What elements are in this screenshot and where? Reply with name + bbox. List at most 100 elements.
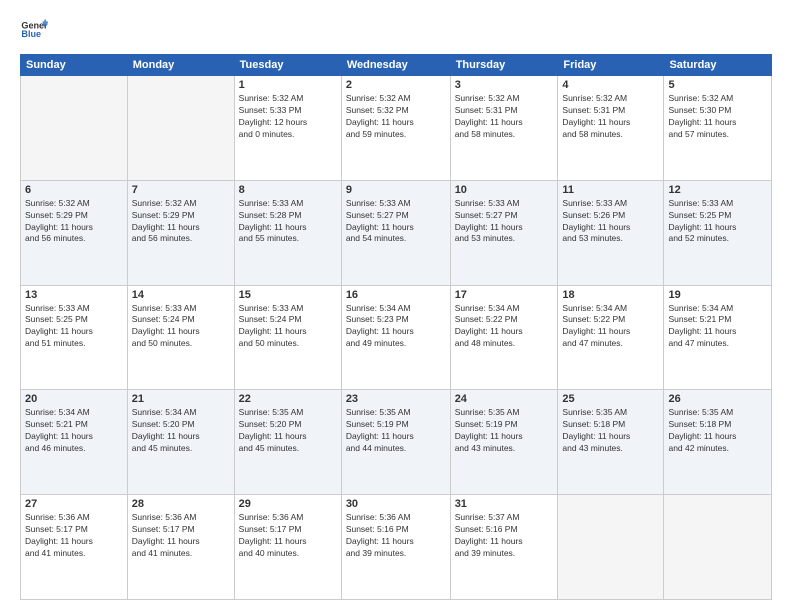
- calendar-cell: 30 Sunrise: 5:36 AM Sunset: 5:16 PM Dayli…: [341, 495, 450, 600]
- day-info: Sunrise: 5:32 AM Sunset: 5:33 PM Dayligh…: [239, 93, 337, 141]
- calendar-cell: 5Sunrise: 5:32 AM Sunset: 5:30 PM Daylig…: [664, 76, 772, 181]
- weekday-header: Tuesday: [234, 55, 341, 76]
- calendar-cell: 11 Sunrise: 5:33 AM Sunset: 5:26 PM Dayli…: [558, 180, 664, 285]
- logo: General Blue: [20, 16, 54, 44]
- calendar-cell: 13Sunrise: 5:33 AM Sunset: 5:25 PM Dayli…: [21, 285, 128, 390]
- day-info: Sunrise: 5:32 AM Sunset: 5:31 PM Dayligh…: [562, 93, 659, 141]
- calendar-cell: 25 Sunrise: 5:35 AM Sunset: 5:18 PM Dayli…: [558, 390, 664, 495]
- svg-text:Blue: Blue: [21, 29, 41, 39]
- day-number: 27: [25, 498, 123, 510]
- calendar-cell: 15Sunrise: 5:33 AM Sunset: 5:24 PM Dayli…: [234, 285, 341, 390]
- day-number: 26: [668, 393, 767, 405]
- day-number: 7: [132, 184, 230, 196]
- day-info: Sunrise: 5:32 AM Sunset: 5:32 PM Dayligh…: [346, 93, 446, 141]
- day-number: 10: [455, 184, 554, 196]
- calendar-page: General Blue SundayMondayTuesdayWednesda…: [0, 0, 792, 612]
- day-number: 6: [25, 184, 123, 196]
- day-number: 8: [239, 184, 337, 196]
- calendar-cell: [558, 495, 664, 600]
- day-info: Sunrise: 5:34 AM Sunset: 5:23 PM Dayligh…: [346, 303, 446, 351]
- day-number: 29: [239, 498, 337, 510]
- calendar-cell: 18 Sunrise: 5:34 AM Sunset: 5:22 PM Dayli…: [558, 285, 664, 390]
- calendar-cell: 4 Sunrise: 5:32 AM Sunset: 5:31 PM Daylig…: [558, 76, 664, 181]
- calendar-week: 20 Sunrise: 5:34 AM Sunset: 5:21 PM Dayli…: [21, 390, 772, 495]
- calendar-cell: 31Sunrise: 5:37 AM Sunset: 5:16 PM Dayli…: [450, 495, 558, 600]
- day-info: Sunrise: 5:33 AM Sunset: 5:26 PM Dayligh…: [562, 198, 659, 246]
- calendar-cell: [21, 76, 128, 181]
- day-number: 3: [455, 79, 554, 91]
- day-info: Sunrise: 5:35 AM Sunset: 5:19 PM Dayligh…: [455, 407, 554, 455]
- day-info: Sunrise: 5:36 AM Sunset: 5:17 PM Dayligh…: [239, 512, 337, 560]
- weekday-header: Wednesday: [341, 55, 450, 76]
- weekday-header: Thursday: [450, 55, 558, 76]
- calendar-cell: 6 Sunrise: 5:32 AM Sunset: 5:29 PM Daylig…: [21, 180, 128, 285]
- day-number: 11: [562, 184, 659, 196]
- day-info: Sunrise: 5:33 AM Sunset: 5:27 PM Dayligh…: [455, 198, 554, 246]
- day-number: 23: [346, 393, 446, 405]
- calendar-cell: 12 Sunrise: 5:33 AM Sunset: 5:25 PM Dayli…: [664, 180, 772, 285]
- header: General Blue: [20, 16, 772, 44]
- day-info: Sunrise: 5:33 AM Sunset: 5:28 PM Dayligh…: [239, 198, 337, 246]
- calendar-cell: 20 Sunrise: 5:34 AM Sunset: 5:21 PM Dayli…: [21, 390, 128, 495]
- day-number: 28: [132, 498, 230, 510]
- day-info: Sunrise: 5:35 AM Sunset: 5:18 PM Dayligh…: [562, 407, 659, 455]
- day-number: 18: [562, 289, 659, 301]
- day-info: Sunrise: 5:32 AM Sunset: 5:29 PM Dayligh…: [132, 198, 230, 246]
- calendar-cell: 29 Sunrise: 5:36 AM Sunset: 5:17 PM Dayli…: [234, 495, 341, 600]
- day-number: 30: [346, 498, 446, 510]
- calendar-cell: 21 Sunrise: 5:34 AM Sunset: 5:20 PM Dayli…: [127, 390, 234, 495]
- day-number: 9: [346, 184, 446, 196]
- calendar-cell: [664, 495, 772, 600]
- day-info: Sunrise: 5:34 AM Sunset: 5:21 PM Dayligh…: [668, 303, 767, 351]
- calendar-cell: 17 Sunrise: 5:34 AM Sunset: 5:22 PM Dayli…: [450, 285, 558, 390]
- calendar-cell: 23 Sunrise: 5:35 AM Sunset: 5:19 PM Dayli…: [341, 390, 450, 495]
- day-number: 19: [668, 289, 767, 301]
- weekday-header: Saturday: [664, 55, 772, 76]
- calendar-cell: 14 Sunrise: 5:33 AM Sunset: 5:24 PM Dayli…: [127, 285, 234, 390]
- day-number: 25: [562, 393, 659, 405]
- day-info: Sunrise: 5:33 AM Sunset: 5:25 PM Dayligh…: [668, 198, 767, 246]
- day-number: 15: [239, 289, 337, 301]
- calendar-cell: 27Sunrise: 5:36 AM Sunset: 5:17 PM Dayli…: [21, 495, 128, 600]
- calendar-cell: 10 Sunrise: 5:33 AM Sunset: 5:27 PM Dayli…: [450, 180, 558, 285]
- day-number: 20: [25, 393, 123, 405]
- calendar-cell: 7 Sunrise: 5:32 AM Sunset: 5:29 PM Daylig…: [127, 180, 234, 285]
- day-info: Sunrise: 5:32 AM Sunset: 5:29 PM Dayligh…: [25, 198, 123, 246]
- day-info: Sunrise: 5:37 AM Sunset: 5:16 PM Dayligh…: [455, 512, 554, 560]
- day-number: 12: [668, 184, 767, 196]
- day-info: Sunrise: 5:33 AM Sunset: 5:27 PM Dayligh…: [346, 198, 446, 246]
- calendar-week: 13Sunrise: 5:33 AM Sunset: 5:25 PM Dayli…: [21, 285, 772, 390]
- day-info: Sunrise: 5:32 AM Sunset: 5:31 PM Dayligh…: [455, 93, 554, 141]
- day-number: 21: [132, 393, 230, 405]
- calendar-cell: 24 Sunrise: 5:35 AM Sunset: 5:19 PM Dayli…: [450, 390, 558, 495]
- day-info: Sunrise: 5:35 AM Sunset: 5:19 PM Dayligh…: [346, 407, 446, 455]
- calendar-cell: 26 Sunrise: 5:35 AM Sunset: 5:18 PM Dayli…: [664, 390, 772, 495]
- day-number: 1: [239, 79, 337, 91]
- calendar-cell: 9 Sunrise: 5:33 AM Sunset: 5:27 PM Daylig…: [341, 180, 450, 285]
- day-info: Sunrise: 5:34 AM Sunset: 5:20 PM Dayligh…: [132, 407, 230, 455]
- day-info: Sunrise: 5:36 AM Sunset: 5:17 PM Dayligh…: [132, 512, 230, 560]
- day-info: Sunrise: 5:33 AM Sunset: 5:24 PM Dayligh…: [132, 303, 230, 351]
- day-number: 14: [132, 289, 230, 301]
- calendar-cell: 16Sunrise: 5:34 AM Sunset: 5:23 PM Dayli…: [341, 285, 450, 390]
- weekday-header: Monday: [127, 55, 234, 76]
- day-number: 17: [455, 289, 554, 301]
- day-number: 2: [346, 79, 446, 91]
- header-row: SundayMondayTuesdayWednesdayThursdayFrid…: [21, 55, 772, 76]
- calendar-table: SundayMondayTuesdayWednesdayThursdayFrid…: [20, 54, 772, 600]
- day-info: Sunrise: 5:34 AM Sunset: 5:22 PM Dayligh…: [562, 303, 659, 351]
- day-number: 4: [562, 79, 659, 91]
- day-info: Sunrise: 5:36 AM Sunset: 5:16 PM Dayligh…: [346, 512, 446, 560]
- day-info: Sunrise: 5:34 AM Sunset: 5:21 PM Dayligh…: [25, 407, 123, 455]
- day-info: Sunrise: 5:32 AM Sunset: 5:30 PM Dayligh…: [668, 93, 767, 141]
- day-info: Sunrise: 5:35 AM Sunset: 5:18 PM Dayligh…: [668, 407, 767, 455]
- weekday-header: Friday: [558, 55, 664, 76]
- day-info: Sunrise: 5:34 AM Sunset: 5:22 PM Dayligh…: [455, 303, 554, 351]
- day-number: 24: [455, 393, 554, 405]
- day-info: Sunrise: 5:33 AM Sunset: 5:25 PM Dayligh…: [25, 303, 123, 351]
- calendar-cell: 2 Sunrise: 5:32 AM Sunset: 5:32 PM Daylig…: [341, 76, 450, 181]
- calendar-cell: 28 Sunrise: 5:36 AM Sunset: 5:17 PM Dayli…: [127, 495, 234, 600]
- calendar-cell: 19 Sunrise: 5:34 AM Sunset: 5:21 PM Dayli…: [664, 285, 772, 390]
- weekday-header: Sunday: [21, 55, 128, 76]
- day-number: 22: [239, 393, 337, 405]
